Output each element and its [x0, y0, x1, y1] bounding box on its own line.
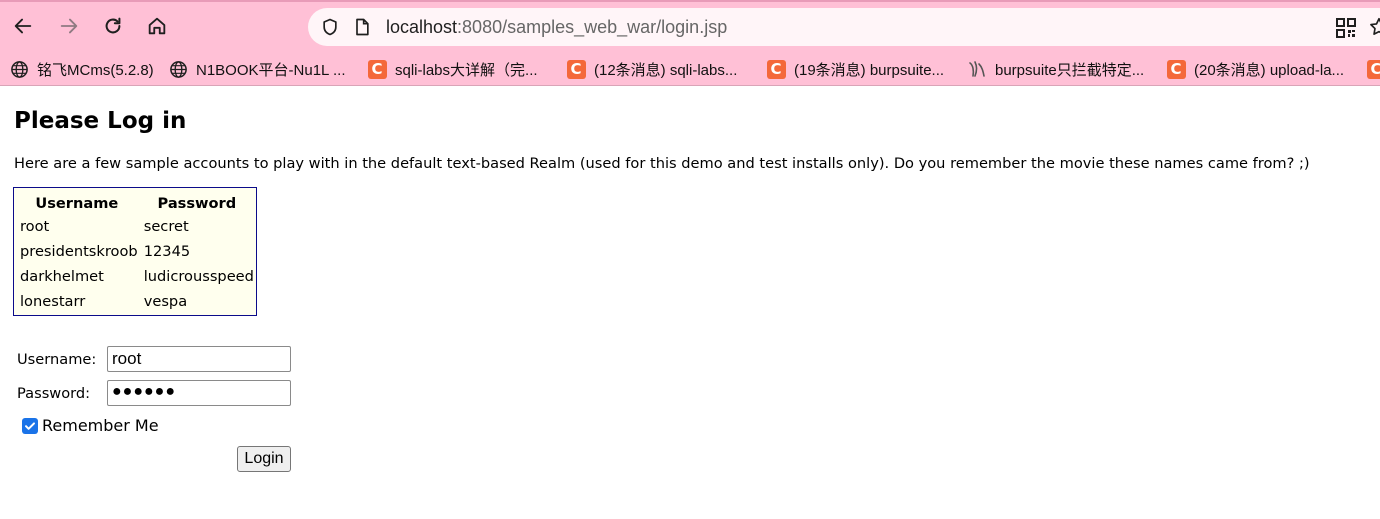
bookmark-item[interactable]: C (19条消息) burpsuite...	[766, 57, 944, 81]
password-cell: vespa	[143, 293, 188, 310]
globe-icon	[9, 59, 29, 79]
bookmark-item[interactable]: burpsuite只拦截特定...	[967, 57, 1144, 81]
username-cell: darkhelmet	[20, 268, 104, 285]
username-label: Username:	[17, 351, 97, 368]
remember-me-label: Remember Me	[42, 416, 159, 435]
password-cell: 12345	[143, 243, 191, 260]
csdn-icon: C	[1366, 59, 1380, 79]
address-bar[interactable]: localhost:8080/samples_web_war/login.jsp	[308, 8, 1380, 46]
bookmark-item-overflow[interactable]: C	[1366, 57, 1380, 81]
forward-arrow-icon	[60, 18, 78, 34]
shield-icon[interactable]	[320, 17, 340, 37]
bookmark-label: N1BOOK平台-Nu1L ...	[196, 61, 346, 79]
checkmark-icon	[25, 421, 35, 430]
table-row: root secret	[16, 215, 254, 238]
password-cell: secret	[143, 218, 189, 235]
back-arrow-icon	[14, 18, 32, 34]
username-column-header: Username	[35, 194, 119, 212]
username-cell: root	[20, 218, 50, 235]
password-column-header: Password	[157, 194, 237, 212]
sample-accounts-table: Username Password root secret presidents…	[13, 187, 257, 316]
table-row: presidentskroob 12345	[16, 240, 254, 263]
table-header-row: Username Password	[16, 190, 254, 213]
password-input[interactable]: ●●●●●●	[107, 380, 291, 406]
url-path: :8080/samples_web_war/login.jsp	[457, 17, 728, 37]
bookmark-label: (20条消息) upload-la...	[1194, 61, 1345, 79]
globe-icon	[168, 59, 188, 79]
bookmarks-bar: 铭飞MCms(5.2.8) N1BOOK平台-Nu1L ... C sqli-l…	[0, 52, 1380, 86]
bookmark-label: (19条消息) burpsuite...	[794, 61, 945, 79]
csdn-icon: C	[367, 59, 387, 79]
page-title: Please Log in	[14, 108, 187, 134]
csdn-icon: C	[1166, 59, 1186, 79]
csdn-icon: C	[766, 59, 786, 79]
intro-text: Here are a few sample accounts to play w…	[14, 155, 1310, 172]
bookmark-item[interactable]: 铭飞MCms(5.2.8)	[9, 57, 154, 81]
url-host: localhost	[386, 17, 458, 37]
username-cell: lonestarr	[20, 293, 86, 310]
username-input[interactable]: root	[107, 346, 291, 372]
table-row: darkhelmet ludicrousspeed	[16, 265, 254, 288]
home-button[interactable]	[143, 12, 171, 40]
back-button[interactable]	[9, 12, 37, 40]
reload-button[interactable]	[99, 12, 127, 40]
bookmark-label: burpsuite只拦截特定...	[995, 61, 1145, 79]
table-row: lonestarr vespa	[16, 290, 254, 313]
browser-toolbar: localhost:8080/samples_web_war/login.jsp	[0, 0, 1380, 52]
remember-me-checkbox[interactable]	[22, 417, 38, 434]
page-info-icon[interactable]	[352, 17, 372, 37]
password-cell: ludicrousspeed	[143, 268, 254, 285]
password-label: Password:	[17, 385, 91, 402]
bookmark-item[interactable]: N1BOOK平台-Nu1L ...	[168, 57, 346, 81]
forward-button[interactable]	[55, 12, 83, 40]
bookmark-star-icon[interactable]	[1368, 16, 1380, 42]
bookmark-label: sqli-labs大详解（完...	[395, 61, 538, 79]
csdn-icon: C	[566, 59, 586, 79]
reload-icon	[105, 17, 121, 34]
bookmark-label: (12条消息) sqli-labs...	[594, 61, 738, 79]
qr-code-icon[interactable]	[1336, 18, 1356, 42]
url-text[interactable]: localhost:8080/samples_web_war/login.jsp	[386, 17, 727, 38]
bookmark-item[interactable]: C sqli-labs大详解（完...	[367, 57, 538, 81]
bookmark-item[interactable]: C (12条消息) sqli-labs...	[566, 57, 737, 81]
username-cell: presidentskroob	[20, 243, 138, 260]
remember-me-option[interactable]: Remember Me	[22, 416, 159, 435]
bookmark-label: 铭飞MCms(5.2.8)	[37, 61, 154, 79]
home-icon	[148, 17, 166, 35]
site-icon	[967, 59, 987, 79]
login-button[interactable]: Login	[237, 446, 291, 472]
bookmark-item[interactable]: C (20条消息) upload-la...	[1166, 57, 1344, 81]
